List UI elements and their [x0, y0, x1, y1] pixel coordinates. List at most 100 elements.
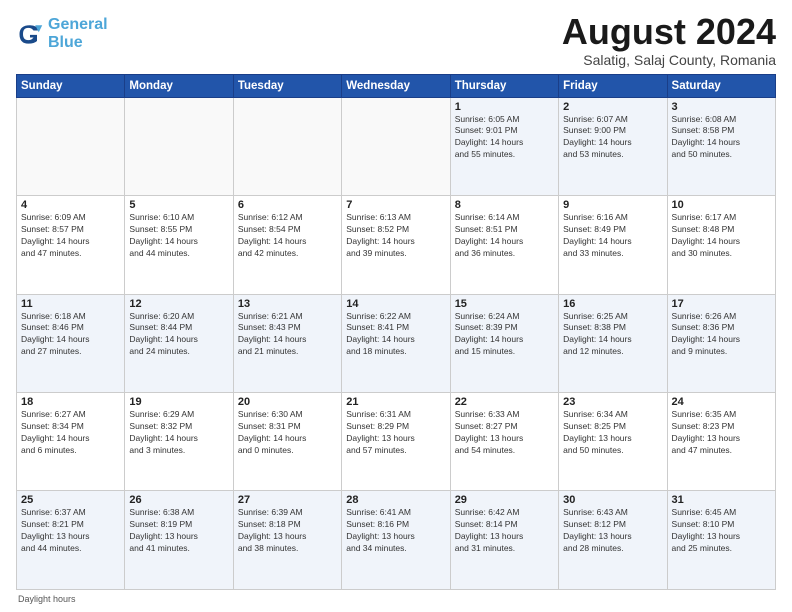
calendar-cell: 26Sunrise: 6:38 AM Sunset: 8:19 PM Dayli… — [125, 491, 233, 590]
day-info: Sunrise: 6:37 AM Sunset: 8:21 PM Dayligh… — [21, 507, 120, 555]
day-info: Sunrise: 6:43 AM Sunset: 8:12 PM Dayligh… — [563, 507, 662, 555]
calendar-body: 1Sunrise: 6:05 AM Sunset: 9:01 PM Daylig… — [17, 97, 776, 589]
day-number: 30 — [563, 494, 662, 506]
day-number: 1 — [455, 101, 554, 113]
col-tuesday: Tuesday — [233, 74, 341, 97]
calendar-cell: 5Sunrise: 6:10 AM Sunset: 8:55 PM Daylig… — [125, 196, 233, 294]
day-number: 27 — [238, 494, 337, 506]
col-thursday: Thursday — [450, 74, 558, 97]
header: General Blue August 2024 Salatig, Salaj … — [16, 12, 776, 68]
day-number: 31 — [672, 494, 771, 506]
day-number: 5 — [129, 199, 228, 211]
calendar-cell — [342, 97, 450, 195]
day-info: Sunrise: 6:22 AM Sunset: 8:41 PM Dayligh… — [346, 311, 445, 359]
calendar-cell: 19Sunrise: 6:29 AM Sunset: 8:32 PM Dayli… — [125, 393, 233, 491]
day-number: 17 — [672, 298, 771, 310]
calendar-subtitle: Salatig, Salaj County, Romania — [562, 52, 776, 68]
calendar-cell: 11Sunrise: 6:18 AM Sunset: 8:46 PM Dayli… — [17, 294, 125, 392]
day-info: Sunrise: 6:21 AM Sunset: 8:43 PM Dayligh… — [238, 311, 337, 359]
page: General Blue August 2024 Salatig, Salaj … — [0, 0, 792, 612]
calendar-cell: 9Sunrise: 6:16 AM Sunset: 8:49 PM Daylig… — [559, 196, 667, 294]
day-info: Sunrise: 6:31 AM Sunset: 8:29 PM Dayligh… — [346, 409, 445, 457]
calendar-cell: 21Sunrise: 6:31 AM Sunset: 8:29 PM Dayli… — [342, 393, 450, 491]
calendar-cell — [233, 97, 341, 195]
logo: General Blue — [16, 16, 108, 51]
day-number: 15 — [455, 298, 554, 310]
day-number: 11 — [21, 298, 120, 310]
day-info: Sunrise: 6:13 AM Sunset: 8:52 PM Dayligh… — [346, 212, 445, 260]
day-number: 2 — [563, 101, 662, 113]
logo-icon — [16, 20, 44, 48]
day-info: Sunrise: 6:05 AM Sunset: 9:01 PM Dayligh… — [455, 114, 554, 162]
col-sunday: Sunday — [17, 74, 125, 97]
calendar-cell: 27Sunrise: 6:39 AM Sunset: 8:18 PM Dayli… — [233, 491, 341, 590]
day-info: Sunrise: 6:33 AM Sunset: 8:27 PM Dayligh… — [455, 409, 554, 457]
brand-blue: Blue — [48, 34, 83, 51]
day-info: Sunrise: 6:27 AM Sunset: 8:34 PM Dayligh… — [21, 409, 120, 457]
day-info: Sunrise: 6:08 AM Sunset: 8:58 PM Dayligh… — [672, 114, 771, 162]
day-number: 9 — [563, 199, 662, 211]
col-saturday: Saturday — [667, 74, 775, 97]
day-info: Sunrise: 6:39 AM Sunset: 8:18 PM Dayligh… — [238, 507, 337, 555]
calendar-cell: 13Sunrise: 6:21 AM Sunset: 8:43 PM Dayli… — [233, 294, 341, 392]
day-info: Sunrise: 6:35 AM Sunset: 8:23 PM Dayligh… — [672, 409, 771, 457]
day-info: Sunrise: 6:20 AM Sunset: 8:44 PM Dayligh… — [129, 311, 228, 359]
calendar-cell: 29Sunrise: 6:42 AM Sunset: 8:14 PM Dayli… — [450, 491, 558, 590]
calendar-cell: 8Sunrise: 6:14 AM Sunset: 8:51 PM Daylig… — [450, 196, 558, 294]
calendar-week-4: 18Sunrise: 6:27 AM Sunset: 8:34 PM Dayli… — [17, 393, 776, 491]
day-info: Sunrise: 6:41 AM Sunset: 8:16 PM Dayligh… — [346, 507, 445, 555]
day-number: 23 — [563, 396, 662, 408]
day-number: 19 — [129, 396, 228, 408]
calendar-title: August 2024 — [562, 12, 776, 52]
calendar-cell: 28Sunrise: 6:41 AM Sunset: 8:16 PM Dayli… — [342, 491, 450, 590]
col-friday: Friday — [559, 74, 667, 97]
col-wednesday: Wednesday — [342, 74, 450, 97]
calendar-table: Sunday Monday Tuesday Wednesday Thursday… — [16, 74, 776, 590]
day-number: 4 — [21, 199, 120, 211]
day-number: 10 — [672, 199, 771, 211]
day-info: Sunrise: 6:38 AM Sunset: 8:19 PM Dayligh… — [129, 507, 228, 555]
calendar-cell: 14Sunrise: 6:22 AM Sunset: 8:41 PM Dayli… — [342, 294, 450, 392]
day-info: Sunrise: 6:12 AM Sunset: 8:54 PM Dayligh… — [238, 212, 337, 260]
day-info: Sunrise: 6:07 AM Sunset: 9:00 PM Dayligh… — [563, 114, 662, 162]
day-info: Sunrise: 6:18 AM Sunset: 8:46 PM Dayligh… — [21, 311, 120, 359]
day-number: 29 — [455, 494, 554, 506]
calendar-cell: 4Sunrise: 6:09 AM Sunset: 8:57 PM Daylig… — [17, 196, 125, 294]
calendar-cell: 12Sunrise: 6:20 AM Sunset: 8:44 PM Dayli… — [125, 294, 233, 392]
day-info: Sunrise: 6:14 AM Sunset: 8:51 PM Dayligh… — [455, 212, 554, 260]
day-number: 26 — [129, 494, 228, 506]
day-number: 22 — [455, 396, 554, 408]
calendar-header: Sunday Monday Tuesday Wednesday Thursday… — [17, 74, 776, 97]
calendar-cell: 24Sunrise: 6:35 AM Sunset: 8:23 PM Dayli… — [667, 393, 775, 491]
footer: Daylight hours — [16, 594, 776, 604]
calendar-cell: 20Sunrise: 6:30 AM Sunset: 8:31 PM Dayli… — [233, 393, 341, 491]
brand-general: General — [48, 16, 108, 33]
day-info: Sunrise: 6:17 AM Sunset: 8:48 PM Dayligh… — [672, 212, 771, 260]
day-info: Sunrise: 6:09 AM Sunset: 8:57 PM Dayligh… — [21, 212, 120, 260]
day-number: 21 — [346, 396, 445, 408]
calendar-cell: 7Sunrise: 6:13 AM Sunset: 8:52 PM Daylig… — [342, 196, 450, 294]
calendar-cell: 10Sunrise: 6:17 AM Sunset: 8:48 PM Dayli… — [667, 196, 775, 294]
calendar-cell: 17Sunrise: 6:26 AM Sunset: 8:36 PM Dayli… — [667, 294, 775, 392]
day-number: 28 — [346, 494, 445, 506]
calendar-week-1: 1Sunrise: 6:05 AM Sunset: 9:01 PM Daylig… — [17, 97, 776, 195]
day-info: Sunrise: 6:29 AM Sunset: 8:32 PM Dayligh… — [129, 409, 228, 457]
day-number: 8 — [455, 199, 554, 211]
calendar-cell: 16Sunrise: 6:25 AM Sunset: 8:38 PM Dayli… — [559, 294, 667, 392]
calendar-cell: 15Sunrise: 6:24 AM Sunset: 8:39 PM Dayli… — [450, 294, 558, 392]
day-info: Sunrise: 6:45 AM Sunset: 8:10 PM Dayligh… — [672, 507, 771, 555]
calendar-cell: 3Sunrise: 6:08 AM Sunset: 8:58 PM Daylig… — [667, 97, 775, 195]
day-info: Sunrise: 6:30 AM Sunset: 8:31 PM Dayligh… — [238, 409, 337, 457]
day-info: Sunrise: 6:24 AM Sunset: 8:39 PM Dayligh… — [455, 311, 554, 359]
day-info: Sunrise: 6:42 AM Sunset: 8:14 PM Dayligh… — [455, 507, 554, 555]
col-monday: Monday — [125, 74, 233, 97]
day-info: Sunrise: 6:10 AM Sunset: 8:55 PM Dayligh… — [129, 212, 228, 260]
day-number: 7 — [346, 199, 445, 211]
day-number: 13 — [238, 298, 337, 310]
calendar-cell: 30Sunrise: 6:43 AM Sunset: 8:12 PM Dayli… — [559, 491, 667, 590]
day-info: Sunrise: 6:25 AM Sunset: 8:38 PM Dayligh… — [563, 311, 662, 359]
calendar-cell: 25Sunrise: 6:37 AM Sunset: 8:21 PM Dayli… — [17, 491, 125, 590]
day-number: 6 — [238, 199, 337, 211]
calendar-cell — [125, 97, 233, 195]
day-number: 16 — [563, 298, 662, 310]
